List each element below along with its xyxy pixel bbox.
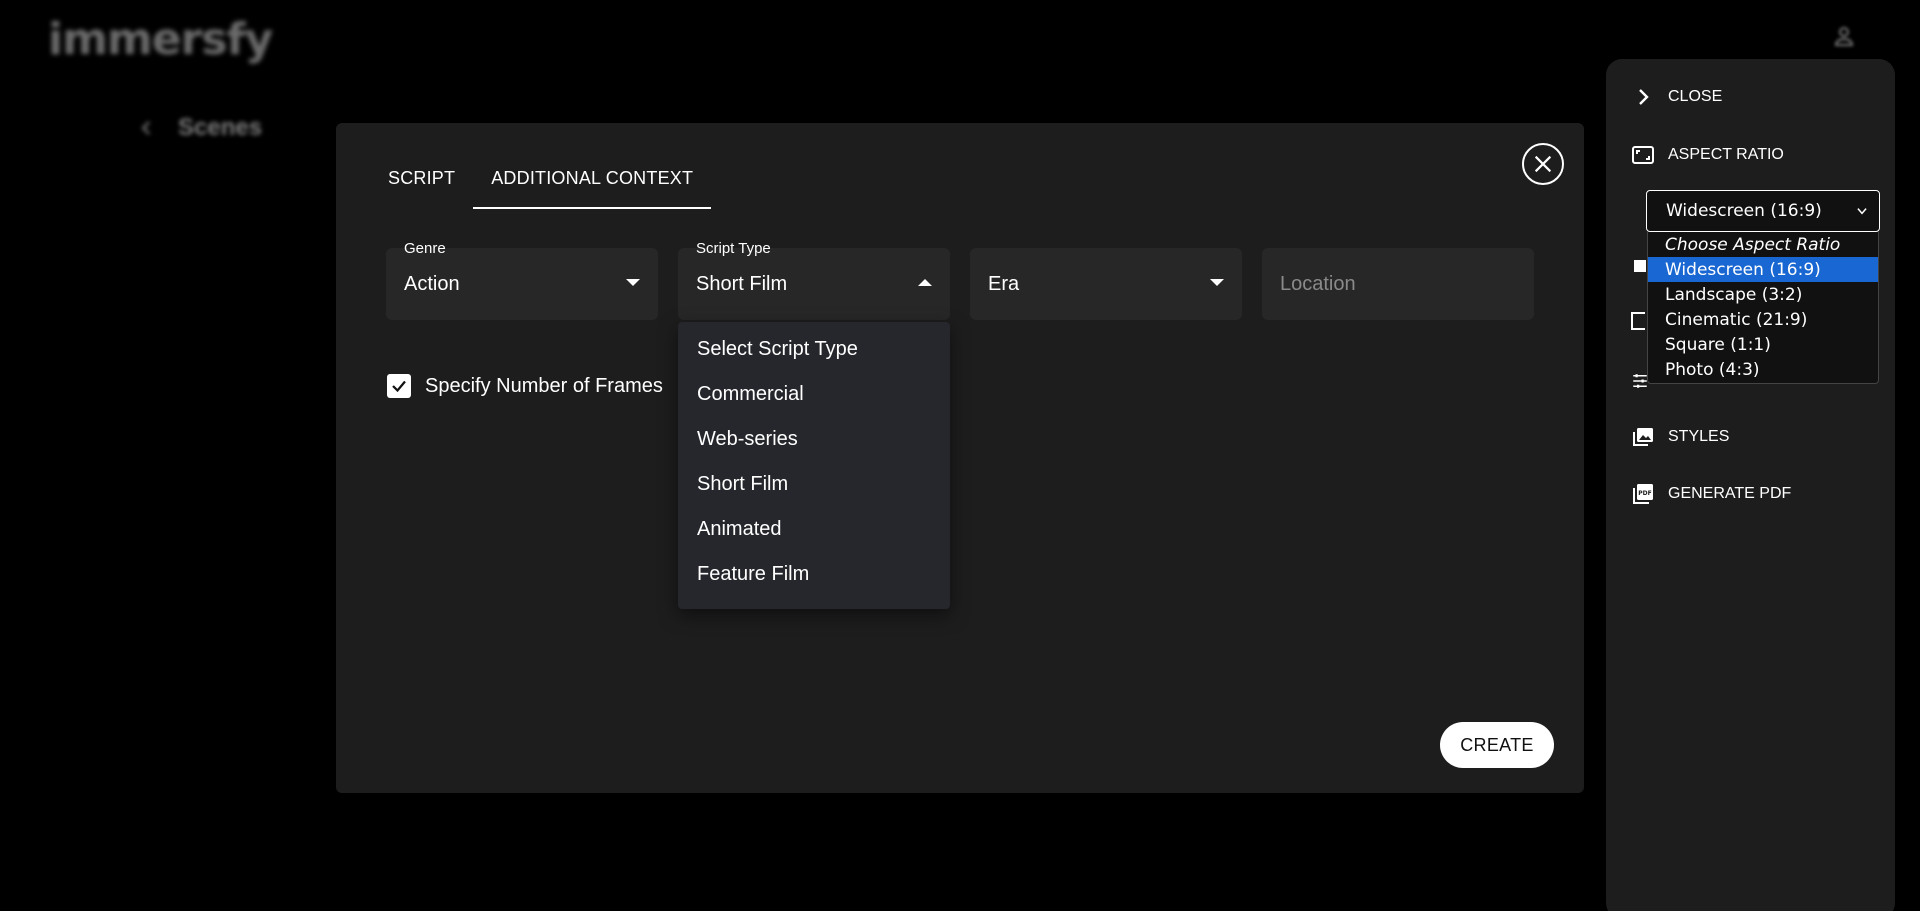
- create-button[interactable]: CREATE: [1440, 722, 1554, 768]
- aspect-ratio-select[interactable]: Widescreen (16:9): [1646, 190, 1880, 232]
- tab-script[interactable]: SCRIPT: [370, 158, 473, 209]
- specify-frames-checkbox[interactable]: [387, 374, 411, 398]
- script-type-select[interactable]: Script Type Short Film: [678, 240, 950, 320]
- dropdown-option[interactable]: Short Film: [678, 462, 950, 507]
- close-icon: [1534, 155, 1552, 173]
- modal-tabs: SCRIPT ADDITIONAL CONTEXT: [370, 158, 712, 209]
- tab-additional-context[interactable]: ADDITIONAL CONTEXT: [473, 158, 712, 209]
- aspect-ratio-option[interactable]: Square (1:1): [1648, 332, 1878, 357]
- sliders-icon: [1631, 371, 1647, 389]
- genre-value: Action: [404, 273, 460, 295]
- script-modal: [336, 123, 1584, 793]
- generate-pdf-label: GENERATE PDF: [1668, 485, 1792, 502]
- back-to-scenes[interactable]: Scenes: [138, 114, 262, 142]
- pdf-icon: PDF: [1630, 481, 1656, 507]
- checkmark-icon: [392, 380, 406, 393]
- clapperboard-icon: [1631, 312, 1645, 330]
- aspect-ratio-icon: [1630, 142, 1656, 168]
- svg-text:PDF: PDF: [1638, 490, 1651, 497]
- dropdown-option[interactable]: Commercial: [678, 372, 950, 417]
- aspect-ratio-option[interactable]: Widescreen (16:9): [1648, 257, 1878, 282]
- chevron-down-icon: [1857, 208, 1867, 215]
- era-select[interactable]: Era: [970, 248, 1242, 320]
- era-placeholder: Era: [988, 273, 1020, 295]
- panel-close-label: CLOSE: [1668, 88, 1723, 105]
- app-logo: immersfy: [48, 14, 273, 65]
- styles-label: STYLES: [1668, 428, 1730, 445]
- aspect-ratio-option[interactable]: Choose Aspect Ratio: [1648, 232, 1878, 257]
- genre-select[interactable]: Genre Action: [386, 240, 658, 320]
- script-type-value: Short Film: [696, 273, 788, 295]
- location-input[interactable]: Location: [1262, 248, 1534, 320]
- caret-down-icon: [1210, 279, 1224, 286]
- caret-down-icon: [626, 279, 640, 286]
- aspect-ratio-option[interactable]: Photo (4:3): [1648, 357, 1878, 382]
- aspect-ratio-options-list: Choose Aspect Ratio Widescreen (16:9) La…: [1647, 232, 1879, 384]
- dropdown-option[interactable]: Feature Film: [678, 552, 950, 597]
- user-icon[interactable]: [1832, 24, 1856, 48]
- aspect-ratio-header: ASPECT RATIO: [1630, 142, 1784, 168]
- panel-close-button[interactable]: CLOSE: [1630, 84, 1722, 110]
- images-icon: [1630, 424, 1656, 450]
- location-placeholder: Location: [1280, 273, 1356, 295]
- dropdown-option[interactable]: Animated: [678, 507, 950, 552]
- aspect-ratio-selected-value: Widescreen (16:9): [1666, 201, 1822, 221]
- caret-up-icon: [918, 279, 932, 286]
- panel-generate-pdf-item[interactable]: PDF GENERATE PDF: [1630, 481, 1791, 507]
- aspect-ratio-label: ASPECT RATIO: [1668, 146, 1784, 163]
- chevron-right-icon: [1630, 84, 1656, 110]
- specify-frames-row[interactable]: Specify Number of Frames: [387, 374, 663, 398]
- dropdown-option[interactable]: Select Script Type: [678, 327, 950, 372]
- back-label: Scenes: [178, 114, 263, 141]
- script-type-label: Script Type: [696, 240, 771, 257]
- aspect-ratio-option[interactable]: Cinematic (21:9): [1648, 307, 1878, 332]
- script-type-dropdown: Select Script Type Commercial Web-series…: [678, 322, 950, 609]
- aspect-ratio-option[interactable]: Landscape (3:2): [1648, 282, 1878, 307]
- partially-hidden-icon: [1634, 260, 1646, 272]
- dropdown-option[interactable]: Web-series: [678, 417, 950, 462]
- specify-frames-label: Specify Number of Frames: [425, 374, 663, 397]
- genre-label: Genre: [404, 240, 446, 257]
- panel-styles-item[interactable]: STYLES: [1630, 424, 1729, 450]
- modal-close-button[interactable]: [1522, 143, 1564, 185]
- chevron-left-icon: [141, 121, 151, 135]
